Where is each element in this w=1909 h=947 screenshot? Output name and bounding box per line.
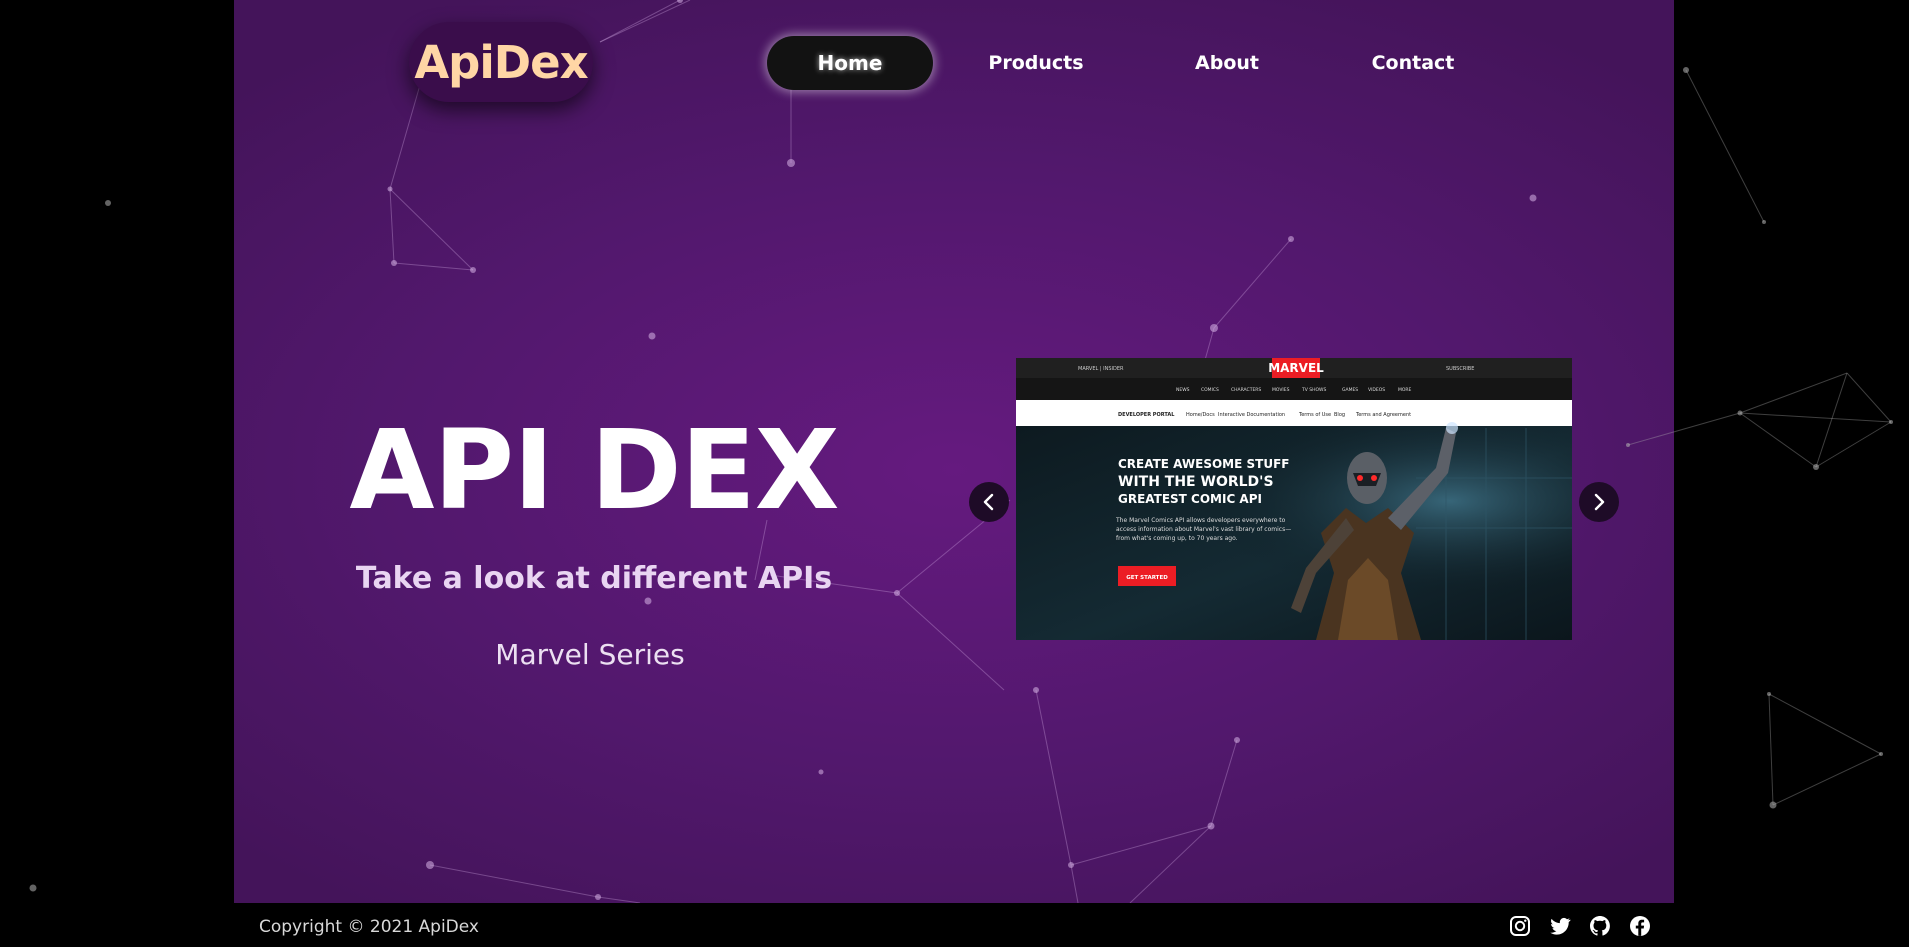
instagram-icon[interactable] (1508, 914, 1532, 938)
nav-contact-label: Contact (1371, 52, 1455, 74)
marvel-portal-screenshot: MARVEL MARVEL | INSIDER SUBSCRIBE NEWS C… (1016, 358, 1572, 640)
nav-about[interactable]: About (1170, 36, 1284, 90)
slide-top-right: SUBSCRIBE (1446, 366, 1474, 372)
slide-site-logo: MARVEL (1268, 361, 1324, 375)
slide-nav-link: VIDEOS (1368, 387, 1385, 393)
hero-title: API DEX (349, 406, 839, 534)
nav-products-label: Products (988, 52, 1084, 74)
twitter-icon[interactable] (1548, 914, 1572, 938)
series-name: Marvel Series (495, 638, 685, 671)
slide-nav-link: MORE (1398, 387, 1412, 393)
slide-nav-link: GAMES (1342, 387, 1358, 393)
slide-subnav-link: Terms of Use (1298, 412, 1331, 418)
slide-subnav-link: Blog (1334, 412, 1345, 418)
slide-nav-link: NEWS (1176, 387, 1190, 393)
github-icon[interactable] (1588, 914, 1612, 938)
nav-contact[interactable]: Contact (1357, 36, 1469, 90)
chevron-left-icon (983, 493, 994, 511)
slide-headline-line: GREATEST COMIC API (1118, 492, 1262, 506)
slide-headline-line: CREATE AWESOME STUFF (1118, 457, 1289, 471)
nav-home[interactable]: Home (767, 36, 933, 90)
nav-home-label: Home (817, 51, 883, 75)
footer: Copyright © 2021 ApiDex (234, 903, 1674, 947)
nav-products[interactable]: Products (975, 36, 1097, 90)
carousel-prev-button[interactable] (969, 482, 1009, 522)
slide-subnav-link: Interactive Documentation (1218, 412, 1285, 418)
chevron-right-icon (1594, 493, 1605, 511)
slide-subnav-brand: DEVELOPER PORTAL (1118, 412, 1175, 418)
nav-about-label: About (1195, 52, 1259, 74)
hero-subtitle: Take a look at different APIs (355, 561, 833, 596)
slide-nav-link: TV SHOWS (1301, 387, 1326, 393)
slide-nav-link: MOVIES (1272, 387, 1290, 393)
slide-cta-label: GET STARTED (1126, 575, 1168, 581)
apidex-logo[interactable]: ApiDex (409, 22, 593, 102)
carousel-next-button[interactable] (1579, 482, 1619, 522)
slide-headline-line: WITH THE WORLD'S (1118, 474, 1274, 490)
slide-nav-link: CHARACTERS (1231, 387, 1261, 393)
copyright-text: Copyright © 2021 ApiDex (259, 917, 479, 937)
carousel-slide[interactable]: MARVEL MARVEL | INSIDER SUBSCRIBE NEWS C… (1016, 358, 1572, 640)
logo-text: ApiDex (414, 35, 588, 89)
slide-top-left: MARVEL | INSIDER (1078, 366, 1124, 372)
slide-nav-link: COMICS (1201, 387, 1219, 393)
slide-body-text: The Marvel Comics API allows developers … (1116, 517, 1292, 542)
slide-subnav-link: Terms and Agreement (1355, 412, 1411, 418)
facebook-icon[interactable] (1628, 914, 1652, 938)
slide-subnav-link: Home/Docs (1186, 412, 1215, 418)
